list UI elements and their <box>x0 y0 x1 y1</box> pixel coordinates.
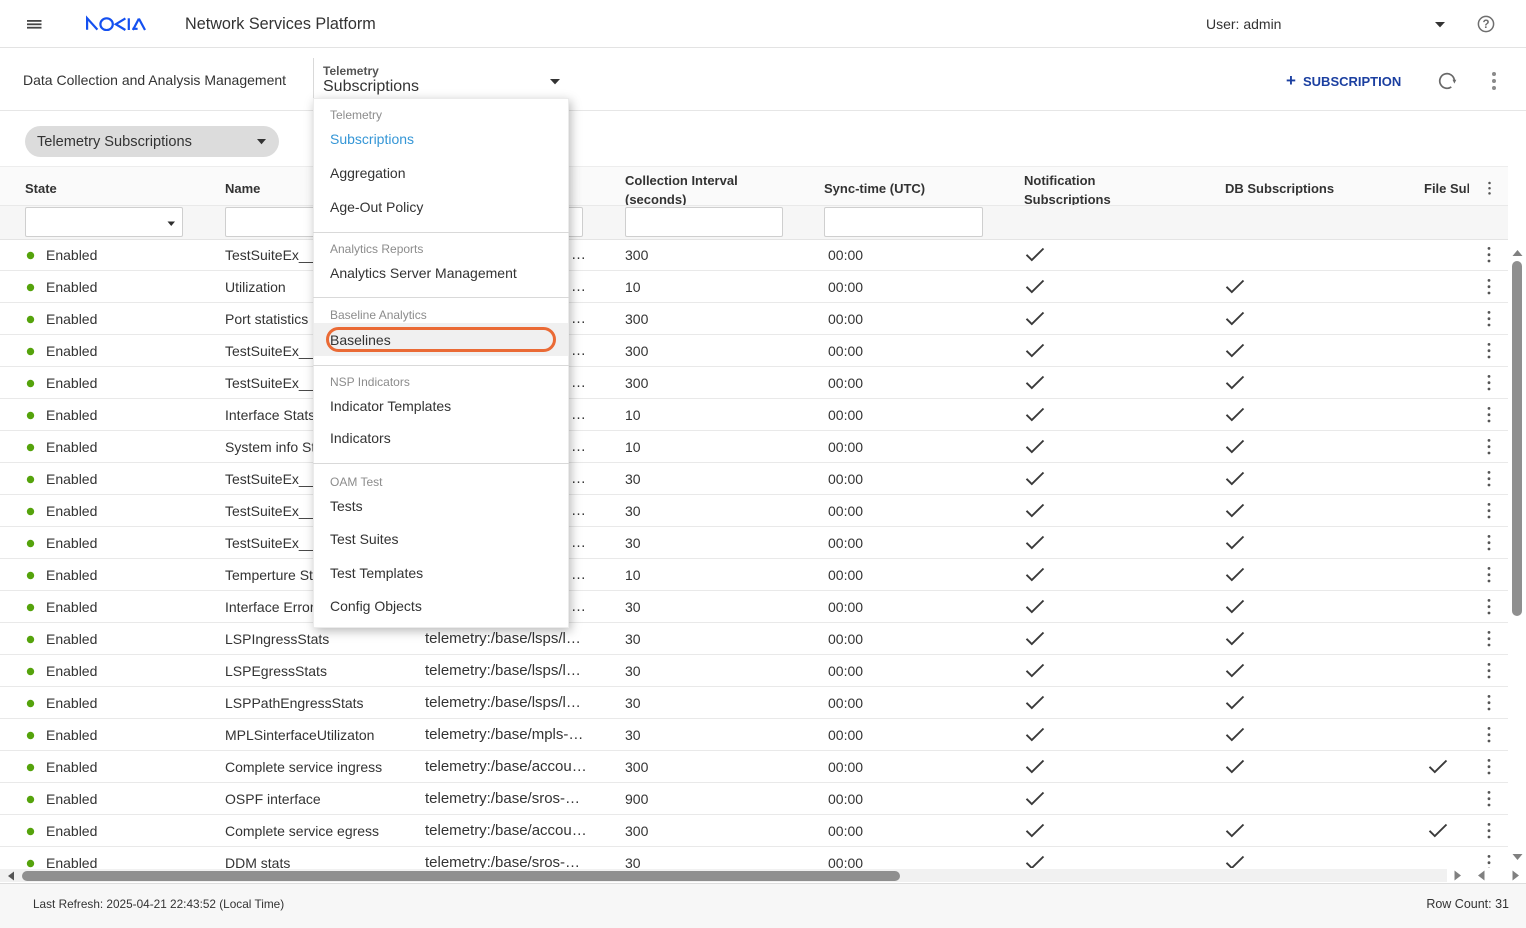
svg-text:?: ? <box>1482 19 1489 31</box>
